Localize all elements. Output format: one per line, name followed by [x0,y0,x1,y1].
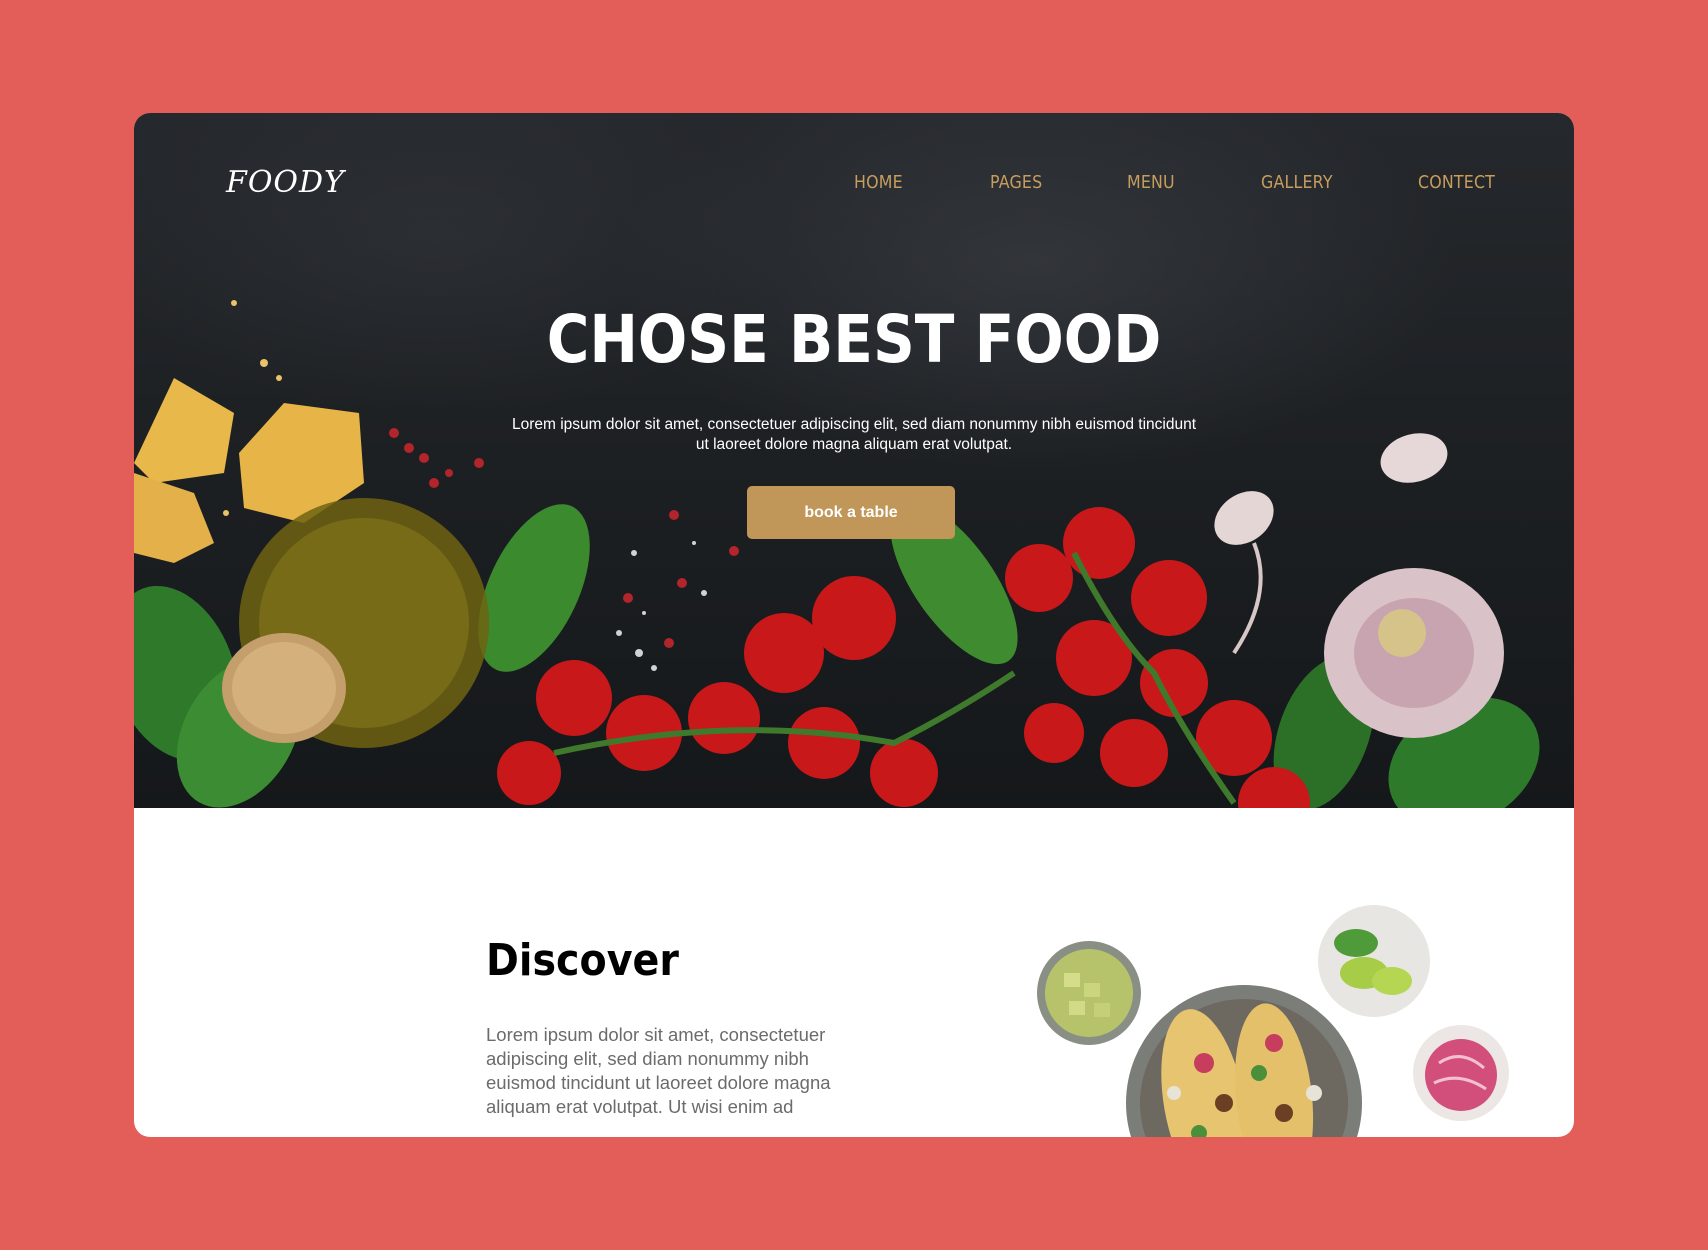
tacos-plate-image [1126,985,1362,1137]
avocado-bowl-image [1037,941,1141,1045]
main-navigation: HOME PAGES MENU GALLERY CONTECT [134,172,1574,202]
nav-item-pages[interactable]: PAGES [990,172,1042,193]
discover-description: Lorem ipsum dolor sit amet, consectetuer… [486,1024,831,1117]
nav-item-menu[interactable]: MENU [1127,172,1175,193]
hero-section: FOODY HOME PAGES MENU GALLERY CONTECT CH… [134,113,1574,808]
nav-item-home[interactable]: HOME [854,172,903,193]
hero-food-background-image [134,300,1540,808]
nav-item-contect[interactable]: CONTECT [1418,172,1495,193]
olive-oil-bottle-image [222,498,489,748]
book-a-table-button[interactable]: book a table [747,486,955,539]
discover-heading: Discover [486,935,679,986]
landing-page-card: FOODY HOME PAGES MENU GALLERY CONTECT CH… [134,113,1574,1137]
garlic-image [1214,433,1504,738]
hero-description: Lorem ipsum dolor sit amet, consectetuer… [511,416,1197,453]
tacos-dish-image [1037,905,1509,1137]
lime-bowl-image [1318,905,1430,1017]
pickled-onion-bowl-image [1413,1025,1509,1121]
hero-title: CHOSE BEST FOOD [546,301,1162,378]
nav-item-gallery[interactable]: GALLERY [1261,172,1333,193]
